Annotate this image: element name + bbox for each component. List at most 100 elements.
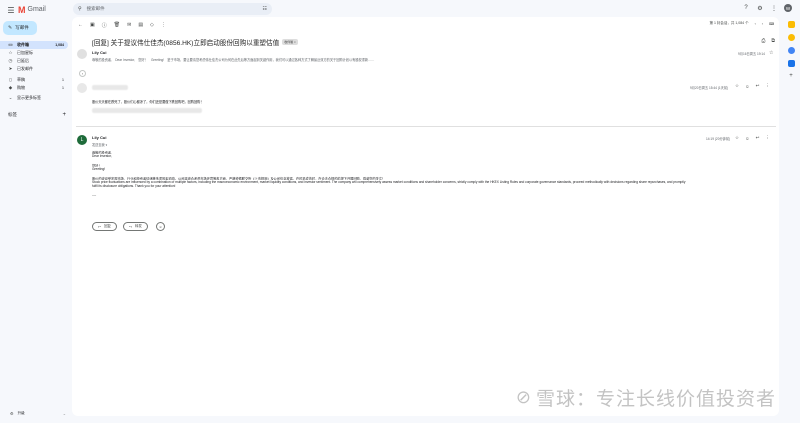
message-2-date: 9月20日周五 15:44 (1天前) — [690, 86, 729, 90]
draft-icon: ▯ — [9, 77, 12, 82]
tag-icon: ◆ — [8, 85, 13, 90]
label-icon[interactable]: ◇ — [150, 22, 154, 28]
sidebar-item-6[interactable]: ⌄ 显示更多标签 — [0, 94, 68, 102]
watermark-text: 雪球：专注长线价值投资者 — [535, 388, 776, 410]
sidebar-item-label: 草稿 — [17, 77, 25, 82]
send-icon: ➤ — [8, 66, 13, 71]
watermark: ⊘ 雪球：专注长线价值投资者 — [516, 384, 776, 411]
chevron-down-icon: ⌄ — [8, 95, 13, 100]
print-icon[interactable]: ⎙ — [761, 38, 765, 44]
message-toolbar: ← ▣ ⓘ 🗑 ✉ ▤ ◇ ⋮ — [78, 21, 166, 29]
add-addon-icon[interactable]: + — [789, 73, 793, 79]
labels-heading: 标签 + — [8, 112, 66, 118]
forward-icon: ↪ — [129, 224, 132, 229]
sidebar-item-count: 1,084 — [55, 43, 64, 47]
star-icon: ☆ — [8, 50, 13, 55]
search-input[interactable]: 搜索邮件 — [87, 6, 258, 12]
chevron-left-icon[interactable]: ‹ — [755, 22, 756, 26]
tasks-icon[interactable] — [787, 47, 795, 54]
message-2-sender — [92, 85, 128, 90]
pager-text: 第 1 封会话，共 1,084 个 — [709, 21, 749, 25]
account-avatar[interactable]: W — [784, 4, 792, 12]
forward-button[interactable]: ↪ 转发 — [123, 222, 148, 231]
star-icon[interactable]: ☆ — [735, 135, 739, 141]
gmail-logo[interactable]: M Gmail — [18, 4, 46, 15]
emoji-react-icon[interactable]: ☺ — [745, 84, 750, 89]
message-3-recipient[interactable]: 发送至我 ▾ — [92, 142, 107, 147]
sidebar-item-0[interactable]: ▭ 收件箱 1,084 — [0, 41, 68, 49]
calendar-icon[interactable] — [787, 21, 795, 28]
back-arrow-icon[interactable]: ← — [78, 22, 83, 28]
sidebar-item-count: 1 — [62, 86, 64, 90]
add-label-icon[interactable]: + — [62, 112, 66, 118]
mark-unread-icon[interactable]: ✉ — [127, 22, 131, 28]
sender-avatar — [77, 49, 87, 59]
help-icon[interactable]: ? — [742, 4, 750, 12]
emoji-button[interactable]: ☺ — [156, 222, 165, 231]
sidebar-item-label: 已延后 — [17, 58, 29, 63]
message-1-sender: Lily Cui — [92, 50, 107, 55]
thread-subject: [回复] 关于提议伟仕佳杰(0856.HK)立即启动股份回购以重塑估值 收件箱 … — [92, 37, 298, 47]
message-2-avatar — [77, 83, 87, 93]
more-vert-icon[interactable]: ⋮ — [765, 83, 770, 89]
reply-button[interactable]: ↩ 回复 — [92, 222, 117, 231]
sidebar-item-label: 收件箱 — [17, 42, 29, 47]
keyboard-icon[interactable]: ⌨ — [769, 22, 774, 26]
reply-label: 回复 — [103, 224, 111, 228]
sidebar-item-1[interactable]: ☆ 已加星标 — [0, 49, 68, 57]
star-icon[interactable]: ☆ — [769, 50, 773, 56]
sidebar-item-4[interactable]: ▯ 草稿 1 — [0, 76, 68, 84]
apps-grid-icon[interactable]: ⋮ — [770, 4, 778, 12]
sidebar-item-3[interactable]: ➤ 已发邮件 — [0, 65, 68, 73]
main-panel — [72, 17, 779, 416]
upgrade-label: 升级 — [17, 411, 25, 415]
clock-icon: ◷ — [8, 58, 13, 63]
more-vert-icon[interactable]: ⋮ — [765, 135, 770, 141]
divider — [76, 126, 776, 127]
upgrade-link[interactable]: ⚙ 升级 → — [10, 411, 66, 416]
message-3-body-line: ---- — [92, 192, 97, 197]
reply-icon[interactable]: ↩ — [756, 135, 760, 141]
settings-icon[interactable]: ⚙ — [756, 4, 764, 12]
main-menu-icon[interactable]: ☰ — [6, 5, 16, 15]
search-icon[interactable]: ⚲ — [78, 6, 82, 12]
report-spam-icon[interactable]: ⓘ — [102, 22, 107, 29]
message-3-sender: Lily Cui — [92, 135, 107, 140]
sidebar-item-5[interactable]: ◆ 购物 1 — [0, 84, 68, 92]
gmail-logo-mark: M — [18, 4, 26, 15]
sidebar-item-2[interactable]: ◷ 已延后 — [0, 57, 68, 65]
delete-icon[interactable]: 🗑 — [114, 22, 120, 28]
search-bar[interactable]: ⚲ 搜索邮件 ☷ — [73, 3, 272, 15]
chevron-right-icon[interactable]: › — [762, 22, 763, 26]
open-new-window-icon[interactable]: ⧉ — [771, 38, 775, 44]
emoji-react-icon[interactable]: ☺ — [745, 136, 750, 141]
sidebar-item-count: 1 — [62, 78, 64, 82]
inbox-icon: ▭ — [8, 42, 13, 47]
message-3-avatar: L — [77, 135, 87, 145]
reply-icon[interactable]: ↩ — [756, 83, 760, 89]
labels-heading-text: 标签 — [8, 112, 17, 117]
message-3-body-line: Stock price fluctuations are influenced … — [92, 180, 686, 185]
keep-icon[interactable] — [787, 34, 795, 41]
message-2-body: 股价天天都在跌死了，股价们心都凉了，你们还是要做下跌回购吧，回购回购！ — [92, 100, 204, 104]
message-1-snippet: 尊敬的投资者, Dear Investor, 您好！ Greeting! 鉴于市… — [92, 58, 375, 62]
message-3-date: 14:19 (20分钟前) — [706, 137, 731, 141]
message-1[interactable] — [77, 49, 87, 59]
move-to-icon[interactable]: ▤ — [138, 22, 143, 28]
emoji-icon: ☺ — [158, 224, 163, 229]
sidebar-item-label: 已加星标 — [17, 50, 33, 55]
star-icon[interactable]: ☆ — [735, 83, 739, 89]
inbox-label-chip[interactable]: 收件箱 × — [282, 39, 298, 45]
pager: 第 1 封会话，共 1,084 个 ‹ › ⌨ — [709, 21, 774, 26]
watermark-logo-icon: ⊘ — [515, 387, 532, 408]
compose-button[interactable]: ✎ 写邮件 — [3, 21, 37, 35]
filter-options-icon[interactable]: ☷ — [263, 6, 267, 12]
contacts-icon[interactable] — [787, 60, 795, 67]
archive-icon[interactable]: ▣ — [90, 22, 95, 28]
expand-messages-icon[interactable]: › — [79, 70, 86, 77]
side-panel: + — [782, 17, 800, 423]
message-3-body: 尊敬的投资者, Dear Investor, 您好！ Greeting! 股价的波动受宏… — [92, 150, 778, 197]
more-options-icon[interactable]: ⋮ — [161, 22, 166, 28]
sidebar-item-label: 显示更多标签 — [17, 95, 41, 100]
upgrade-icon: ⚙ — [10, 411, 14, 416]
